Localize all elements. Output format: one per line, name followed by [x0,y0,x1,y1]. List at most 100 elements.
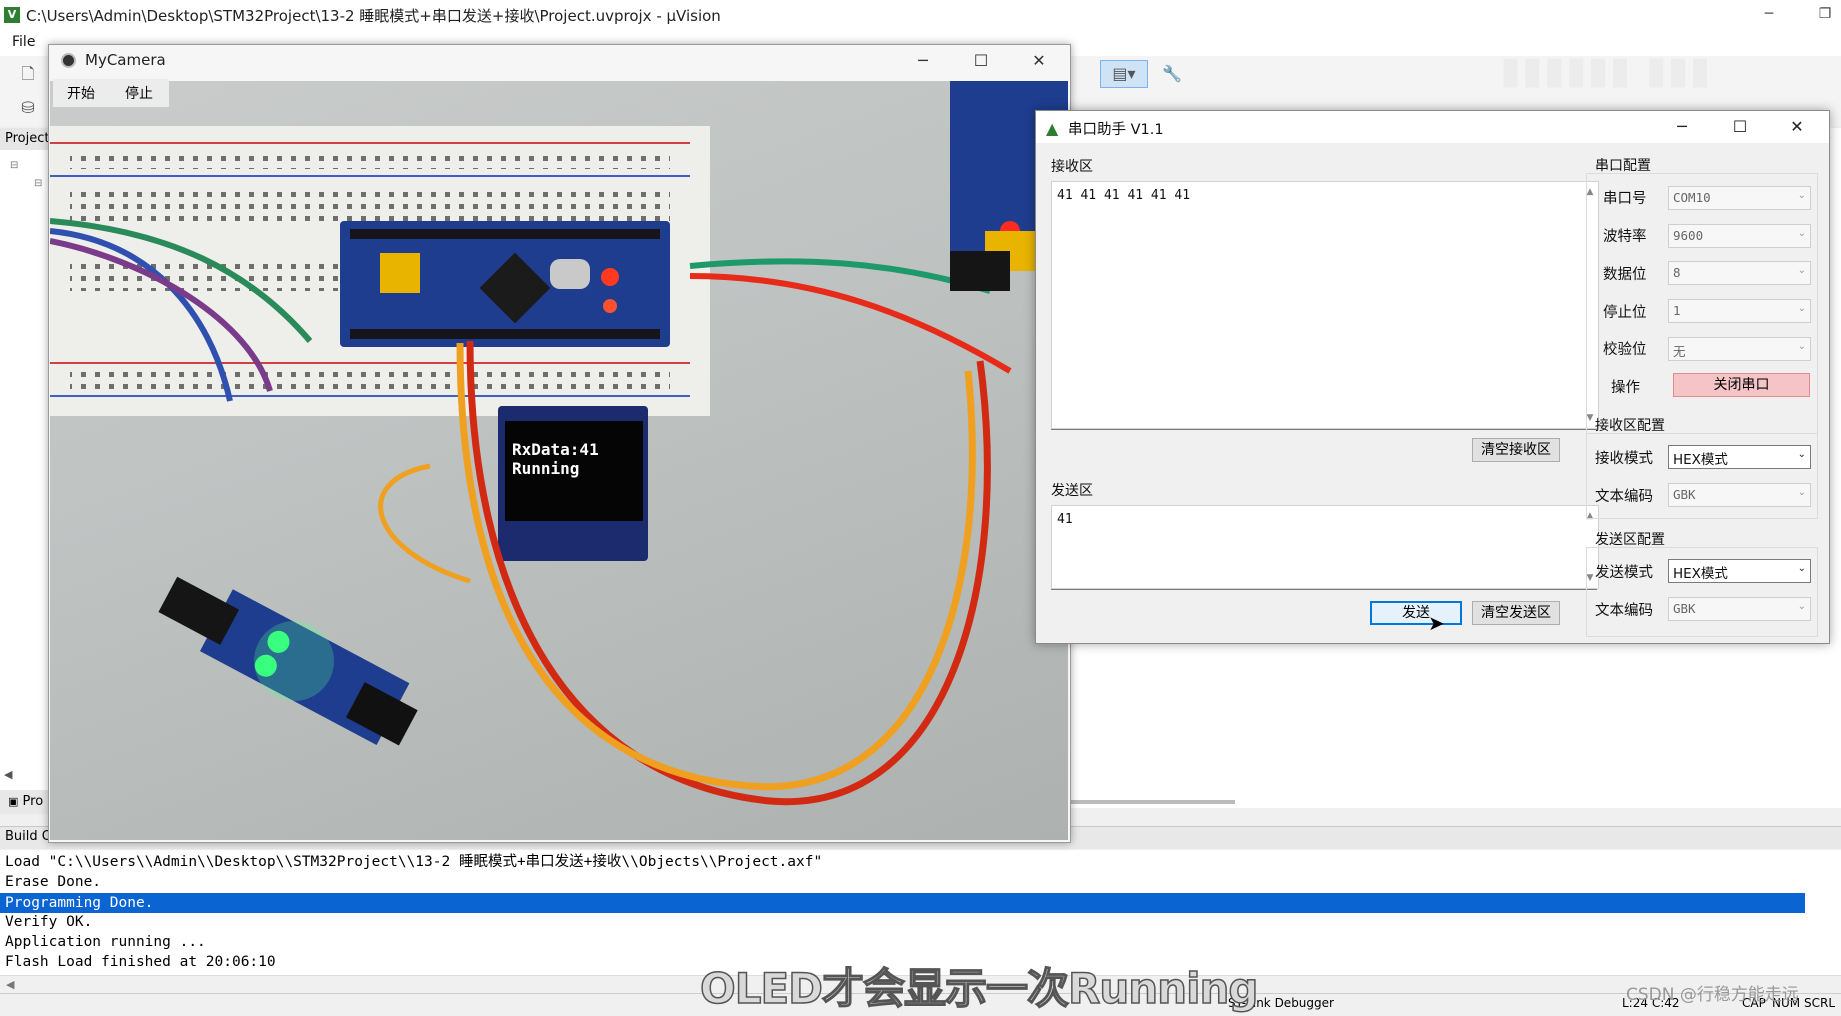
scroll-left-icon[interactable]: ◀ [4,768,12,781]
minimize-icon[interactable]: ─ [1754,2,1784,26]
stopbits-label: 停止位 [1603,305,1647,321]
send-textarea[interactable]: 41 ▲ ▼ [1051,505,1599,589]
action-label: 操作 [1611,380,1640,396]
parity-select[interactable]: 无 ⌄ [1668,337,1811,361]
video-subtitle: OLED才会显示一次Running [699,963,1259,1014]
rx-encoding-value: GBK [1673,487,1696,502]
port-config-label: 串口配置 [1595,158,1651,174]
build-line: Erase Done. [5,874,102,890]
close-icon[interactable]: ✕ [1023,49,1055,73]
minimize-icon[interactable]: ─ [907,49,939,73]
menu-file[interactable]: File [12,34,35,50]
serial-assistant-window: ▲ 串口助手 V1.1 ─ ☐ ✕ 接收区 41 41 41 41 41 41 … [1035,110,1830,644]
build-line: Application running ... [5,934,206,950]
uvision-window-title: C:\Users\Admin\Desktop\STM32Project\13-2… [26,7,721,25]
start-button[interactable]: 开始 [67,83,95,103]
send-content: 41 [1057,512,1073,527]
mouse-cursor-icon: ➤ [1428,611,1445,635]
tree-collapse-icon[interactable]: ⊟ [10,160,18,171]
receive-divider [1051,429,1597,430]
tab-project-label: Pro [22,794,44,809]
receive-content: 41 41 41 41 41 41 [1057,188,1191,203]
camera-toolbar: 开始 停止 [53,79,169,107]
tree-collapse-icon[interactable]: ⊟ [34,178,42,189]
tx-mode-label: 发送模式 [1595,565,1653,581]
batch-build-icon[interactable]: ⛁ [14,94,42,122]
chevron-down-icon: ⌄ [1797,563,1806,574]
status-scrl: SCRL [1804,996,1836,1010]
port-value: COM10 [1673,190,1711,205]
parity-label: 校验位 [1603,342,1647,358]
send-divider [1051,589,1597,590]
clear-send-button[interactable]: 清空发送区 [1472,601,1560,625]
stop-button[interactable]: 停止 [125,83,153,103]
tx-config-label: 发送区配置 [1595,532,1665,548]
build-line: Flash Load finished at 20:06:10 [5,954,276,970]
rx-mode-value: HEX模式 [1673,452,1728,468]
uvision-app-icon: V [4,7,20,23]
tx-encoding-value: GBK [1673,601,1696,616]
chevron-down-icon: ⌄ [1797,341,1806,352]
maximize-icon[interactable]: ☐ [965,49,997,73]
chevron-down-icon: ⌄ [1797,601,1806,612]
stopbits-value: 1 [1673,303,1681,318]
csdn-watermark: CSDN @行稳方能走远 [1626,985,1799,1005]
restore-icon[interactable]: ❐ [1810,2,1840,26]
receive-area-label: 接收区 [1051,159,1093,175]
baud-value: 9600 [1673,228,1704,243]
databits-select[interactable]: 8 ⌄ [1668,261,1811,285]
chevron-down-icon: ⌄ [1797,228,1806,239]
port-label: 串口号 [1603,191,1647,207]
tx-mode-value: HEX模式 [1673,566,1728,582]
build-line-selected: Programming Done. [5,895,154,911]
send-area-label: 发送区 [1051,483,1093,499]
receive-textarea[interactable]: 41 41 41 41 41 41 ▲ ▼ [1051,181,1599,429]
scroll-left-icon[interactable]: ◀ [6,978,14,991]
rx-mode-select[interactable]: HEX模式 ⌄ [1668,445,1811,469]
tx-mode-select[interactable]: HEX模式 ⌄ [1668,559,1811,583]
send-button[interactable]: 发送 [1370,601,1462,625]
selected-line-highlight [0,893,1805,913]
wrench-icon[interactable]: 🔧 [1158,60,1186,88]
port-select[interactable]: COM10 ⌄ [1668,186,1811,210]
camera-window-title: MyCamera [85,51,166,69]
databits-value: 8 [1673,265,1681,280]
new-file-icon[interactable]: 🗋 [14,60,42,88]
rx-encoding-select[interactable]: GBK ⌄ [1668,483,1811,507]
camera-window: MyCamera ─ ☐ ✕ RxData:41 Running 开始 停止 [48,44,1071,843]
window-layout-icon[interactable]: ▤▾ [1100,60,1148,88]
channel-logo-watermark: ▮▮▮▮▮▮ ▮▮▮ [1500,48,1712,92]
maximize-icon[interactable]: ☐ [1723,115,1757,139]
tab-project[interactable]: ▣ Pro [0,790,52,814]
project-panel-title: Project [0,128,52,150]
camera-app-icon [61,53,76,68]
baud-select[interactable]: 9600 ⌄ [1668,224,1811,248]
camera-scene: RxData:41 Running [50,81,1068,806]
chevron-down-icon: ⌄ [1797,487,1806,498]
rx-mode-label: 接收模式 [1595,451,1653,467]
project-panel: ⊟ ⊟ ◀ [0,128,53,808]
editor-hscrollbar[interactable] [1070,800,1235,804]
databits-label: 数据位 [1603,267,1647,283]
serial-window-title: 串口助手 V1.1 [1068,122,1164,138]
build-line: Load "C:\\Users\\Admin\\Desktop\\STM32Pr… [5,854,823,870]
minimize-icon[interactable]: ─ [1665,115,1699,139]
chevron-down-icon: ⌄ [1797,449,1806,460]
close-icon[interactable]: ✕ [1780,115,1814,139]
rx-encoding-label: 文本编码 [1595,489,1653,505]
clear-receive-button[interactable]: 清空接收区 [1472,438,1560,462]
project-tab-icon: ▣ [8,795,19,808]
close-port-button[interactable]: 关闭串口 [1673,373,1810,397]
oled-text-line2: Running [512,459,579,478]
baud-label: 波特率 [1603,229,1647,245]
oled-text-line1: RxData:41 [512,440,599,459]
tx-encoding-select[interactable]: GBK ⌄ [1668,597,1811,621]
stopbits-select[interactable]: 1 ⌄ [1668,299,1811,323]
rx-config-label: 接收区配置 [1595,418,1665,434]
build-line: Verify OK. [5,914,93,930]
chevron-down-icon: ⌄ [1797,303,1806,314]
chevron-down-icon: ⌄ [1797,265,1806,276]
camera-video-feed: RxData:41 Running [50,81,1068,840]
tx-encoding-label: 文本编码 [1595,603,1653,619]
chevron-down-icon: ⌄ [1797,190,1806,201]
